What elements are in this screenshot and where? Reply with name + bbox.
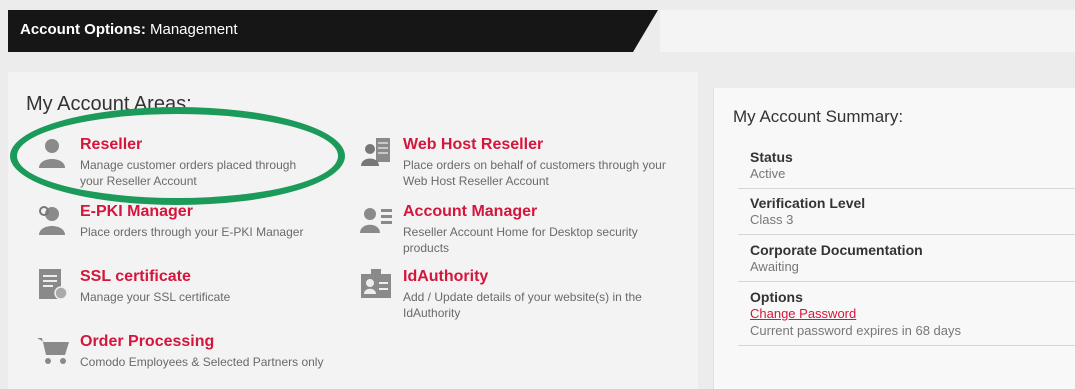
area-item-order-processing[interactable]: Order Processing Comodo Employees & Sele… [36, 333, 356, 373]
user-key-icon [39, 206, 65, 235]
area-item-epki-manager[interactable]: E-PKI Manager Place orders through your … [36, 203, 336, 243]
area-item-idauthority[interactable]: IdAuthority Add / Update details of your… [359, 268, 679, 320]
page-title: Account Options: Management [20, 21, 238, 38]
area-item-desc: Comodo Employees & Selected Partners onl… [80, 355, 324, 369]
area-item-desc: Place orders on behalf of customers thro… [403, 158, 666, 188]
area-item-reseller[interactable]: Reseller Manage customer orders placed t… [36, 136, 336, 188]
area-item-title[interactable]: Reseller [80, 136, 142, 154]
area-item-desc: Add / Update details of your website(s) … [403, 290, 642, 320]
password-expiry-note: Current password expires in 68 days [750, 323, 961, 338]
summary-row-status: Status Active [738, 149, 1075, 189]
area-item-title[interactable]: Web Host Reseller [403, 136, 543, 154]
summary-row-options: Options Change Password Current password… [738, 289, 1075, 346]
summary-value: Active [750, 166, 786, 181]
summary-value: Class 3 [750, 212, 794, 227]
server-user-icon [361, 138, 390, 166]
summary-label: Status [750, 149, 793, 165]
certificate-icon [39, 269, 68, 300]
id-badge-icon [361, 269, 391, 298]
header-right-area [660, 10, 1075, 52]
summary-row-corporate-documentation: Corporate Documentation Awaiting [738, 242, 1075, 282]
area-item-desc: Reseller Account Home for Desktop securi… [403, 225, 638, 255]
area-item-ssl-certificate[interactable]: SSL certificate Manage your SSL certific… [36, 268, 336, 308]
area-item-desc: Manage customer orders placed through yo… [80, 158, 297, 188]
cart-icon [37, 338, 69, 364]
summary-label: Verification Level [750, 195, 866, 211]
change-password-link[interactable]: Change Password [750, 306, 856, 321]
area-item-title[interactable]: Account Manager [403, 203, 537, 221]
area-item-title[interactable]: E-PKI Manager [80, 203, 193, 221]
summary-value: Awaiting [750, 259, 799, 274]
area-item-account-manager[interactable]: Account Manager Reseller Account Home fo… [359, 203, 679, 255]
user-list-icon [360, 208, 392, 233]
area-item-title[interactable]: IdAuthority [403, 268, 488, 286]
area-item-desc: Manage your SSL certificate [80, 290, 231, 304]
account-summary-heading: My Account Summary: [733, 107, 904, 126]
account-areas-heading: My Account Areas: [26, 93, 192, 115]
summary-label: Options [750, 289, 803, 305]
area-item-web-host-reseller[interactable]: Web Host Reseller Place orders on behalf… [359, 136, 679, 188]
summary-label: Corporate Documentation [750, 242, 923, 258]
user-icon [39, 139, 65, 168]
area-item-desc: Place orders through your E-PKI Manager [80, 225, 304, 239]
area-item-title[interactable]: SSL certificate [80, 268, 191, 286]
header-bar: Account Options: Management [8, 10, 658, 52]
area-item-title[interactable]: Order Processing [80, 333, 214, 351]
summary-row-verification: Verification Level Class 3 [738, 195, 1075, 235]
